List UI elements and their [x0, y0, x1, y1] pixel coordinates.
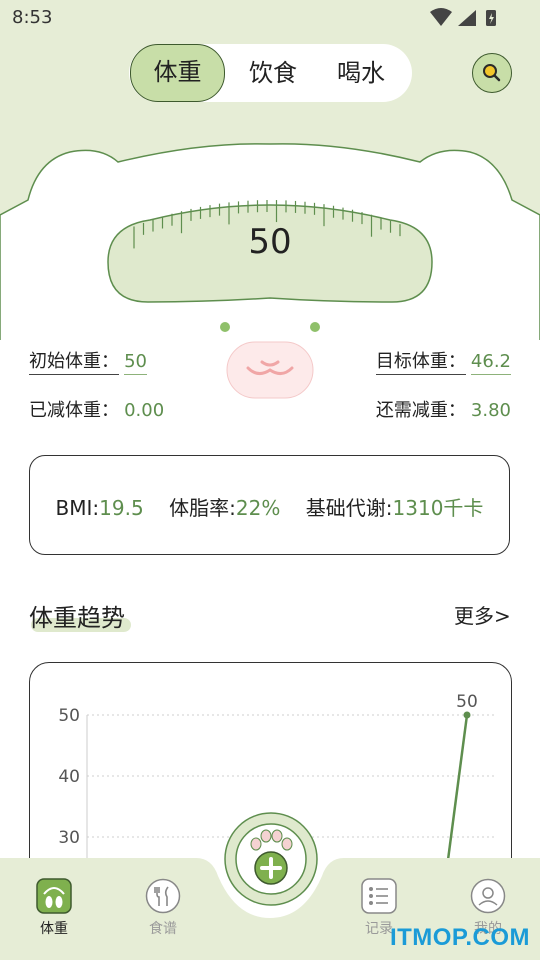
status-time: 8:53: [12, 7, 53, 28]
current-weight: 50: [248, 222, 292, 262]
nav-weight[interactable]: 体重: [19, 878, 89, 938]
right-eye: [310, 322, 320, 332]
target-weight-value[interactable]: 46.2: [470, 351, 511, 375]
nav-weight-label: 体重: [40, 921, 68, 937]
bmr-value: 1310千卡: [392, 496, 484, 520]
remaining-weight-value: 3.80: [470, 400, 511, 421]
y-tick-label: 40: [58, 767, 80, 787]
trend-more-link[interactable]: 更多>: [454, 600, 511, 629]
initial-weight-label: 初始体重：: [29, 351, 119, 375]
scale-icon: [36, 878, 72, 914]
list-icon: [361, 878, 397, 914]
fork-knife-icon: [145, 878, 181, 914]
bmi-label: BMI:: [55, 496, 100, 520]
bmi-value: 19.5: [99, 496, 144, 520]
body-metrics-card: BMI:19.5 体脂率:22% 基础代谢:1310千卡: [29, 455, 510, 555]
tab-diet[interactable]: 饮食: [235, 44, 311, 102]
target-weight-label: 目标体重：: [375, 351, 466, 375]
body-fat-label: 体脂率:: [169, 496, 236, 520]
left-eye: [220, 322, 230, 332]
nav-recipes-label: 食谱: [149, 921, 177, 937]
lost-weight-row: 已减体重： 0.00: [29, 396, 164, 422]
bmr-label: 基础代谢:: [305, 496, 393, 520]
initial-weight-row: 初始体重： 50: [29, 347, 147, 375]
nav-add-record-button[interactable]: [224, 812, 318, 906]
initial-weight-value[interactable]: 50: [124, 351, 147, 375]
y-tick-label: 30: [58, 828, 80, 848]
tab-weight[interactable]: 体重: [130, 44, 225, 102]
remaining-weight-label: 还需减重：: [375, 400, 466, 421]
body-fat-value: 22%: [235, 496, 281, 520]
remaining-weight-row: 还需减重： 3.80: [376, 396, 511, 422]
lost-weight-label: 已减体重：: [29, 400, 119, 421]
search-icon: [483, 64, 501, 82]
trend-title: 体重趋势: [29, 604, 125, 632]
paw-add-icon: [224, 812, 318, 906]
data-label: 50: [456, 692, 478, 712]
data-point: [463, 711, 471, 719]
tab-water[interactable]: 喝水: [323, 44, 399, 102]
signal-icon: [458, 10, 476, 26]
wifi-icon: [430, 8, 452, 26]
nav-recipes[interactable]: 食谱: [128, 878, 198, 938]
lost-weight-value: 0.00: [124, 400, 165, 421]
tab-bar: 体重 饮食 喝水: [129, 44, 412, 102]
search-button[interactable]: [472, 53, 512, 93]
status-icons: [430, 8, 500, 32]
y-tick-label: 50: [58, 706, 80, 726]
target-weight-row: 目标体重： 46.2: [375, 347, 511, 375]
watermark: ITMOP.COM: [389, 924, 530, 951]
user-icon: [470, 878, 506, 914]
